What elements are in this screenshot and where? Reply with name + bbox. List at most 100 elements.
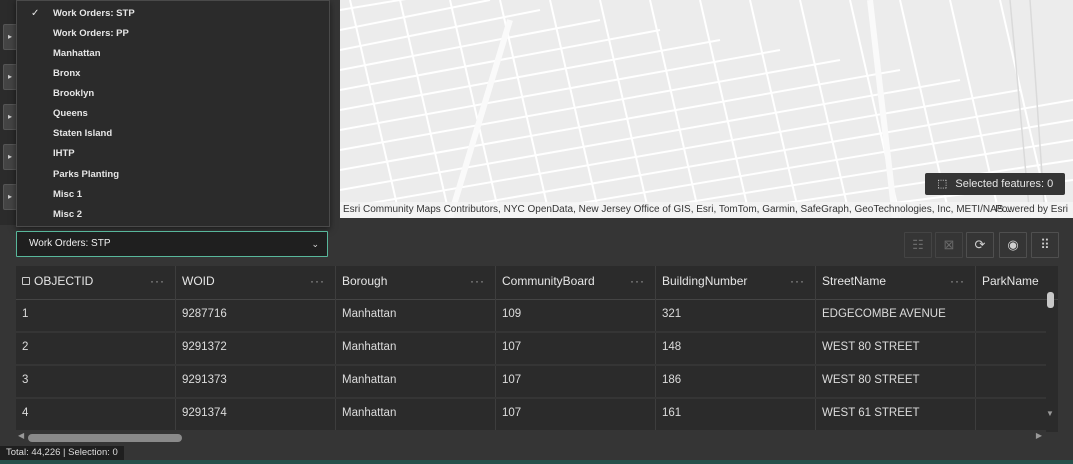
column-header-label: BuildingNumber	[662, 274, 748, 288]
show-selected-button[interactable]: ☷	[904, 232, 932, 258]
column-menu-icon[interactable]: ···	[950, 266, 965, 296]
table-cell	[976, 300, 1046, 331]
column-header-streetname[interactable]: StreetName ···	[816, 266, 976, 300]
table-row[interactable]: 4 9291374 Manhattan 107 161 WEST 61 STRE…	[16, 399, 1046, 432]
layer-select[interactable]: Work Orders: STP ⌄	[16, 231, 328, 257]
map-view[interactable]: ⬚ Selected features: 0 Esri Community Ma…	[340, 0, 1073, 218]
side-panel-strip: ▸ ▸ ▸ ▸ ▸	[0, 0, 16, 225]
layer-select-value: Work Orders: STP	[29, 238, 111, 249]
column-menu-icon[interactable]: ···	[310, 266, 325, 296]
table-row[interactable]: 3 9291373 Manhattan 107 186 WEST 80 STRE…	[16, 366, 1046, 399]
column-header-communityboard[interactable]: CommunityBoard ···	[496, 266, 656, 300]
layer-option[interactable]: IHTP	[17, 144, 329, 164]
checkmark-icon: ✓	[31, 8, 40, 19]
layer-option[interactable]: Bronx	[17, 64, 329, 84]
scroll-right-arrow-icon[interactable]: ▶	[1036, 431, 1042, 440]
column-menu-icon[interactable]: ···	[790, 266, 805, 296]
table-cell: EDGECOMBE AVENUE	[816, 300, 976, 331]
scroll-down-arrow-icon[interactable]: ▼	[1046, 409, 1054, 418]
layer-option[interactable]: ✓ Work Orders: STP	[17, 4, 329, 24]
toggle-columns-button[interactable]: ◉	[999, 232, 1027, 258]
powered-by-esri-link[interactable]: Powered by Esri	[995, 202, 1068, 218]
column-menu-icon[interactable]: ···	[150, 266, 165, 296]
table-cell	[976, 399, 1046, 430]
layer-option[interactable]: Misc 2	[17, 205, 329, 225]
layer-option-label: Manhattan	[53, 48, 101, 59]
layer-option-label: Misc 2	[53, 209, 83, 220]
attribution-text: Esri Community Maps Contributors, NYC Op…	[343, 204, 1012, 215]
table-cell: 2	[16, 333, 176, 364]
table-cell: 4	[16, 399, 176, 430]
column-header-objectid[interactable]: OBJECTID ···	[16, 266, 176, 300]
scroll-left-arrow-icon[interactable]: ◀	[18, 431, 24, 440]
grid-menu-button[interactable]: ⠿	[1031, 232, 1059, 258]
table-row[interactable]: 2 9291372 Manhattan 107 148 WEST 80 STRE…	[16, 333, 1046, 366]
lock-icon	[22, 277, 30, 285]
table-cell: 107	[496, 399, 656, 430]
layer-option[interactable]: Misc 1	[17, 185, 329, 205]
layer-option-label: Bronx	[53, 68, 81, 79]
table-header: OBJECTID ··· WOID ··· Borough ··· Commun…	[16, 266, 1058, 300]
table-cell: 9291373	[176, 366, 336, 397]
layer-option[interactable]: Manhattan	[17, 44, 329, 64]
table-cell: 1	[16, 300, 176, 331]
table-vertical-scrollbar[interactable]: ▼	[1046, 290, 1054, 420]
chevron-down-icon: ⌄	[311, 239, 319, 249]
expand-panel-4-button[interactable]: ▸	[3, 144, 16, 170]
column-menu-icon[interactable]: ···	[630, 266, 645, 296]
expand-panel-3-button[interactable]: ▸	[3, 104, 16, 130]
layer-option-label: IHTP	[53, 148, 75, 159]
clear-selection-button[interactable]: ⊠	[935, 232, 963, 258]
column-menu-icon[interactable]: ···	[470, 266, 485, 296]
layer-option[interactable]: Queens	[17, 104, 329, 124]
column-header-label: ParkName	[982, 274, 1039, 288]
table-cell: Manhattan	[336, 399, 496, 430]
selected-features-badge[interactable]: ⬚ Selected features: 0	[925, 173, 1066, 195]
table-cell: 321	[656, 300, 816, 331]
layer-option-label: Work Orders: PP	[53, 28, 129, 39]
table-horizontal-scrollbar[interactable]: ◀ ▶	[16, 431, 1044, 443]
table-cell: 161	[656, 399, 816, 430]
layer-option[interactable]: Work Orders: PP	[17, 24, 329, 44]
refresh-icon: ⟳	[974, 237, 986, 252]
select-by-area-icon: ⬚	[937, 178, 948, 190]
layer-option-label: Queens	[53, 108, 88, 119]
table-cell: WEST 80 STREET	[816, 333, 976, 364]
layer-option[interactable]: Parks Planting	[17, 165, 329, 185]
column-header-woid[interactable]: WOID ···	[176, 266, 336, 300]
attribute-table: OBJECTID ··· WOID ··· Borough ··· Commun…	[16, 266, 1058, 432]
table-cell	[976, 333, 1046, 364]
layer-option[interactable]: Staten Island	[17, 124, 329, 144]
table-status: Total: 44,226 | Selection: 0	[0, 446, 124, 460]
table-cell: WEST 80 STREET	[816, 366, 976, 397]
horizontal-scroll-thumb[interactable]	[28, 434, 182, 442]
selected-features-label: Selected features: 0	[955, 178, 1054, 190]
table-cell: Manhattan	[336, 300, 496, 331]
table-cell: Manhattan	[336, 366, 496, 397]
table-cell: WEST 61 STREET	[816, 399, 976, 430]
column-header-label: OBJECTID	[34, 274, 94, 288]
vertical-scroll-thumb[interactable]	[1047, 292, 1054, 308]
expand-panel-1-button[interactable]: ▸	[3, 24, 16, 50]
column-header-label: Borough	[342, 274, 388, 288]
column-header-borough[interactable]: Borough ···	[336, 266, 496, 300]
toggle-columns-icon: ◉	[1007, 237, 1019, 252]
table-cell: 9291372	[176, 333, 336, 364]
column-header-label: WOID	[182, 274, 215, 288]
table-cell: 109	[496, 300, 656, 331]
map-attribution: Esri Community Maps Contributors, NYC Op…	[340, 202, 1073, 218]
table-cell: Manhattan	[336, 333, 496, 364]
table-cell: 3	[16, 366, 176, 397]
expand-panel-2-button[interactable]: ▸	[3, 64, 16, 90]
expand-panel-5-button[interactable]: ▸	[3, 184, 16, 210]
show-selected-icon: ☷	[912, 237, 924, 252]
table-row[interactable]: 1 9287716 Manhattan 109 321 EDGECOMBE AV…	[16, 300, 1046, 333]
layer-option-label: Work Orders: STP	[53, 8, 135, 19]
grid-menu-icon: ⠿	[1040, 237, 1050, 252]
refresh-button[interactable]: ⟳	[966, 232, 994, 258]
layer-option[interactable]: Brooklyn	[17, 84, 329, 104]
table-cell	[976, 366, 1046, 397]
layer-dropdown-list: ✓ Work Orders: STP Work Orders: PP Manha…	[16, 0, 330, 227]
table-cell: 186	[656, 366, 816, 397]
column-header-buildingnumber[interactable]: BuildingNumber ···	[656, 266, 816, 300]
